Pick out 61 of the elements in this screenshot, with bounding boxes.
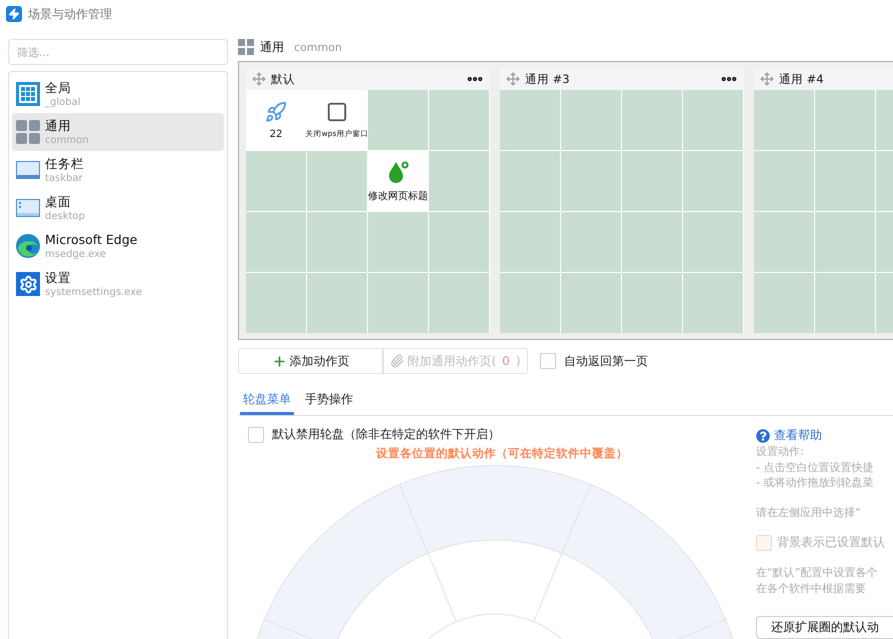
grid-app-icon [16,82,40,106]
paperclip-icon [390,354,404,368]
app-list-item[interactable]: 通用 common [12,113,224,151]
tab[interactable]: 手势操作 [302,388,356,415]
checkbox[interactable] [540,353,556,369]
help-text: - 或将动作拖放到轮盘菜 [756,475,874,490]
checkbox-label: 背景表示已设置默认 [777,534,885,551]
move-icon[interactable] [252,72,266,86]
action-label: 修改网页标题 [368,190,428,203]
app-icon [6,6,22,22]
app-list-item[interactable]: 任务栏 taskbar [12,151,224,189]
page-title: 通用 #3 [525,72,571,86]
help-text: 请在左侧应用中选择“ [756,504,862,520]
app-name: Microsoft Edge [45,232,138,248]
checkbox-label: 自动返回第一页 [564,352,648,370]
page-title: 通用 #4 [779,72,825,86]
filter-field[interactable]: 筛选... [8,39,228,65]
desktop-icon [16,196,40,220]
app-name: 桌面 [45,194,72,210]
restore-button[interactable]: 还原扩展圈的默认动 [756,616,893,639]
help-text: 在“默认”配置中设置各个 [756,565,878,580]
app-process: common [45,134,89,146]
app-list-item[interactable]: Microsoft Edge msedge.exe [12,227,224,265]
help-text: - 点击空白位置设置快捷 [756,460,874,475]
app-list-item[interactable]: 设置 systemsettings.exe [12,265,224,303]
tiles-icon [16,120,40,144]
app-list-item[interactable]: 桌面 desktop [12,189,224,227]
add-page-button[interactable]: 添加动作页 [238,348,383,374]
app-process: taskbar [45,172,84,184]
help-text: 在各个软件中根据需要 [756,580,867,596]
help-text: 设置动作: [756,444,805,460]
plus-icon [272,354,286,368]
tab[interactable]: 轮盘菜单 [240,388,294,415]
rocket-icon [265,100,287,122]
app-name: 通用 [45,118,72,134]
app-name: 设置 [45,270,72,286]
app-process: _global [45,96,80,108]
app-process: msedge.exe [45,248,107,260]
action-label: 22 [270,128,282,140]
checkbox[interactable] [248,426,264,442]
taskbar-icon [16,158,40,182]
wheel-title: 设置各位置的默认动作（可在特定软件中覆盖） [376,446,628,461]
page-title: 默认 [271,72,296,86]
help-icon [756,428,770,442]
scene-title: 通用 [260,39,284,56]
help-link[interactable]: 查看帮助 [756,427,893,444]
tiles-icon [238,39,254,55]
browser-icon [16,234,40,258]
app-name: 任务栏 [45,156,84,172]
app-process: systemsettings.exe [45,286,142,298]
checkbox-label: 默认禁用轮盘（除非在特定的软件下开启） [272,426,500,443]
square-icon [326,101,348,123]
app-list-item[interactable]: 全局 _global [12,75,224,113]
app-name: 全局 [45,80,72,96]
move-icon[interactable] [760,72,774,86]
settings-icon [16,272,40,296]
droplet-icon [386,159,410,183]
app-process: desktop [45,210,85,222]
window-title: 场景与动作管理 [28,6,112,22]
move-icon[interactable] [506,72,520,86]
scene-subtitle: common [294,40,342,54]
